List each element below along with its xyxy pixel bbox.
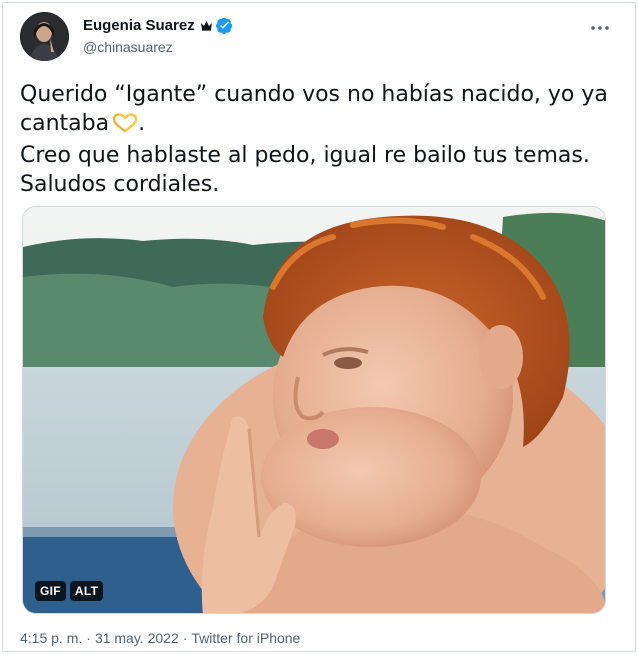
tweet-line: cantaba. xyxy=(20,109,610,141)
tweet-media-gif[interactable]: GIF ALT xyxy=(22,206,606,614)
display-name[interactable]: Eugenia Suarez xyxy=(83,17,195,34)
tweet-time[interactable]: 4:15 p. m. xyxy=(20,630,82,646)
tweet-metadata: 4:15 p. m. · 31 may. 2022 · Twitter for … xyxy=(20,630,300,646)
crown-icon xyxy=(200,19,213,31)
separator: · xyxy=(86,630,91,646)
handle[interactable]: @chinasuarez xyxy=(83,39,233,55)
tweet-date[interactable]: 31 may. 2022 xyxy=(95,630,179,646)
yellow-heart-hands-icon xyxy=(112,112,138,141)
separator: · xyxy=(182,630,188,646)
gif-badge: GIF xyxy=(35,581,66,601)
media-badges: GIF ALT xyxy=(35,581,104,601)
user-names: Eugenia Suarez @chinasuarez xyxy=(83,15,233,55)
tweet-source[interactable]: Twitter for iPhone xyxy=(191,630,300,646)
tweet-line: Creo que hablaste al pedo, igual re bail… xyxy=(20,143,590,168)
tweet-text: Querido “Igante” cuando vos no habías na… xyxy=(20,80,610,199)
tweet-line: Saludos cordiales. xyxy=(20,172,220,197)
alt-text-badge[interactable]: ALT xyxy=(69,581,104,601)
tweet-line-suffix: . xyxy=(138,111,146,136)
avatar[interactable] xyxy=(20,12,69,61)
tweet-header: Eugenia Suarez @chinasuarez xyxy=(20,10,616,62)
more-options-icon[interactable] xyxy=(588,16,612,40)
tweet-line: Querido “Igante” cuando vos no habías na… xyxy=(20,82,608,107)
verified-badge-icon xyxy=(215,17,233,34)
tweet-line-text: cantaba xyxy=(20,111,110,136)
